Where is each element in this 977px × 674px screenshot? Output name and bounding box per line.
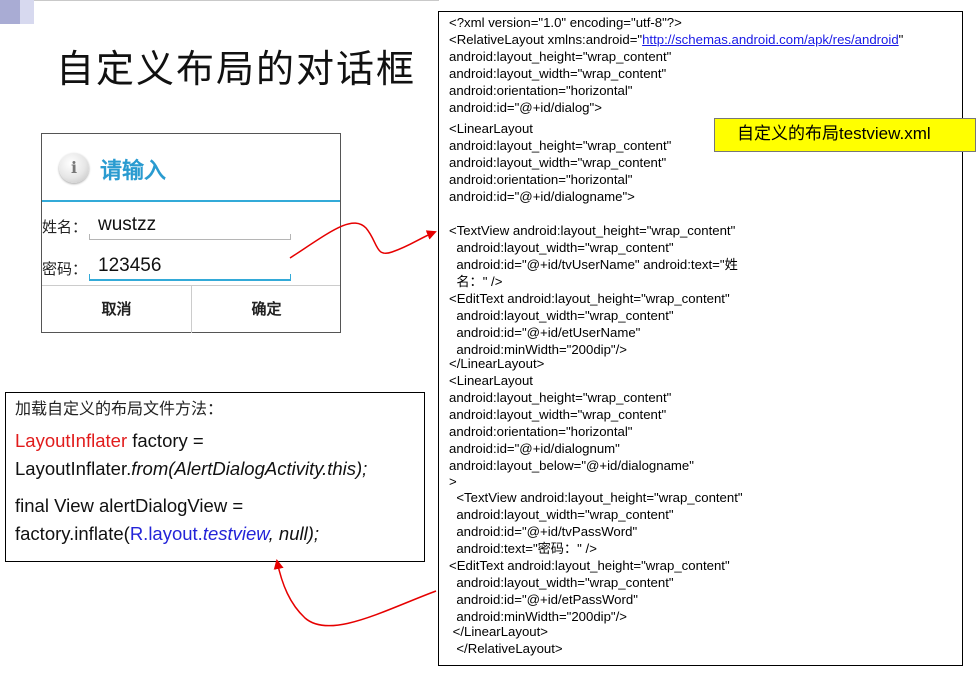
arrow-code-to-snippet [273, 559, 437, 627]
arrow-dialog-to-code [289, 222, 437, 259]
connector-arrows [273, 222, 437, 627]
